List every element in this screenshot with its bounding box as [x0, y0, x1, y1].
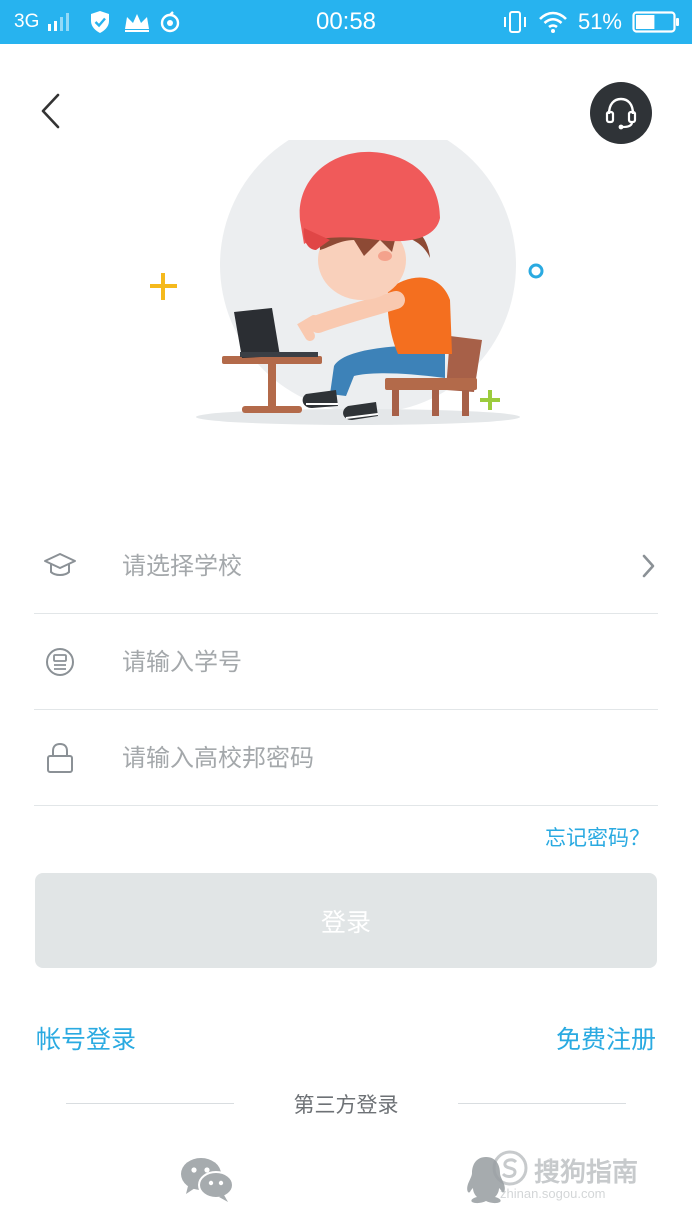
id-badge-icon [46, 648, 74, 676]
sogou-watermark: 搜狗指南 zhinan.sogou.com [492, 1148, 672, 1206]
sogou-logo-icon [492, 1150, 528, 1186]
divider-right [458, 1103, 626, 1104]
status-right: 51% [502, 0, 680, 44]
graduation-cap-icon [44, 553, 76, 576]
third-party-login-label: 第三方登录 [293, 1093, 399, 1117]
forgot-password-link[interactable]: 忘记密码？ [545, 822, 650, 852]
hero-illustration [150, 140, 544, 425]
school-field-icon [42, 548, 78, 584]
plus-decoration-yellow [150, 273, 177, 300]
password-row [34, 710, 658, 806]
chevron-right-icon [642, 554, 655, 578]
lock-icon [47, 742, 73, 773]
customer-service-button[interactable] [590, 82, 652, 144]
student-id-field-icon [42, 644, 78, 680]
wechat-login-button[interactable] [178, 1154, 238, 1206]
login-button[interactable]: 登录 [35, 873, 657, 968]
student-id-input[interactable] [122, 636, 602, 688]
register-link[interactable]: 免费注册 [556, 1020, 656, 1056]
watermark-url: zhinan.sogou.com [500, 1186, 606, 1201]
student-id-row [34, 614, 658, 710]
battery-icon [632, 11, 679, 33]
chevron-left-icon [41, 93, 60, 129]
password-input[interactable] [122, 732, 602, 784]
account-login-link[interactable]: 帐号登录 [36, 1020, 136, 1056]
battery-percent: 51% [577, 9, 622, 34]
plus-decoration-green [480, 390, 500, 410]
school-select-row[interactable] [34, 518, 658, 614]
status-bar: 3G 00:58 51% [0, 0, 692, 44]
school-select-input[interactable] [122, 540, 602, 592]
password-field-icon [42, 740, 78, 776]
wifi-icon [539, 11, 567, 33]
wechat-icon [181, 1158, 234, 1202]
ring-decoration [528, 263, 544, 279]
watermark-text: 搜狗指南 [534, 1158, 639, 1188]
headset-icon [605, 97, 637, 130]
back-button[interactable] [30, 86, 70, 136]
vibrate-icon [503, 11, 526, 33]
